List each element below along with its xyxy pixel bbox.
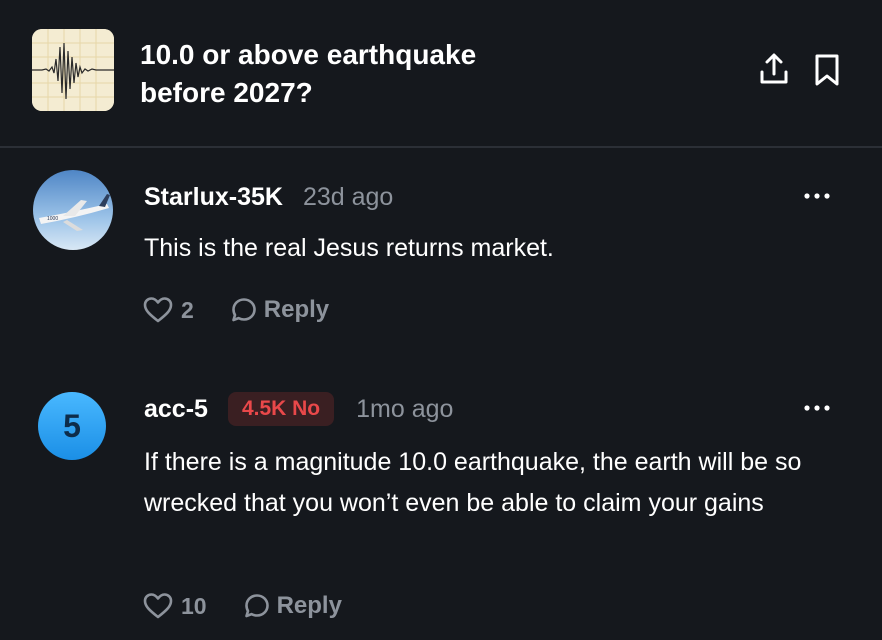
more-horizontal-icon [804, 405, 830, 411]
share-button[interactable] [757, 50, 791, 90]
svg-text:1000: 1000 [47, 216, 58, 222]
reply-label: Reply [263, 296, 330, 323]
avatar[interactable]: 1000 [33, 170, 113, 250]
reply-button[interactable]: Reply [230, 296, 329, 324]
comment-time: 1mo ago [356, 394, 454, 423]
bookmark-icon [815, 54, 839, 86]
reply-bubble-icon [244, 594, 269, 618]
reply-label: Reply [276, 592, 342, 619]
comment-actions: 10 Reply [143, 588, 342, 624]
heart-icon [143, 593, 173, 619]
like-count: 2 [181, 296, 194, 323]
like-button[interactable]: 10 [143, 592, 207, 620]
more-horizontal-icon [804, 193, 830, 199]
heart-icon [143, 297, 173, 323]
market-title: 10.0 or above earthquake before 2027? [140, 36, 660, 112]
seismograph-icon [32, 29, 114, 111]
comment-meta: acc-5 4.5K No 1mo ago [144, 392, 453, 426]
position-badge: 4.5K No [227, 392, 335, 426]
reply-bubble-icon [231, 298, 256, 322]
market-thumbnail[interactable] [32, 29, 114, 111]
bookmark-button[interactable] [810, 50, 844, 90]
airplane-avatar-image: 1000 [33, 170, 113, 250]
like-button[interactable]: 2 [143, 296, 194, 324]
header-divider [0, 146, 882, 148]
reply-button[interactable]: Reply [243, 592, 342, 620]
avatar-number: 5 [63, 407, 81, 444]
more-options-button[interactable] [800, 186, 834, 206]
like-count: 10 [181, 592, 207, 619]
market-title-line1: 10.0 or above earthquake [140, 39, 477, 70]
comment-time: 23d ago [302, 182, 394, 211]
comment-meta: Starlux-35K 23d ago [144, 180, 393, 214]
comment-actions: 2 Reply [143, 292, 329, 328]
avatar[interactable]: 5 [38, 392, 106, 460]
comment-text: This is the real Jesus returns market. [144, 234, 554, 262]
market-title-line2: before 2027? [140, 77, 313, 108]
comment-text: If there is a magnitude 10.0 earthquake,… [144, 448, 802, 517]
market-header: 10.0 or above earthquake before 2027? [0, 0, 882, 146]
share-icon [760, 53, 788, 84]
more-options-button[interactable] [800, 398, 834, 418]
username[interactable]: acc-5 [144, 395, 208, 424]
username[interactable]: Starlux-35K [144, 183, 283, 212]
